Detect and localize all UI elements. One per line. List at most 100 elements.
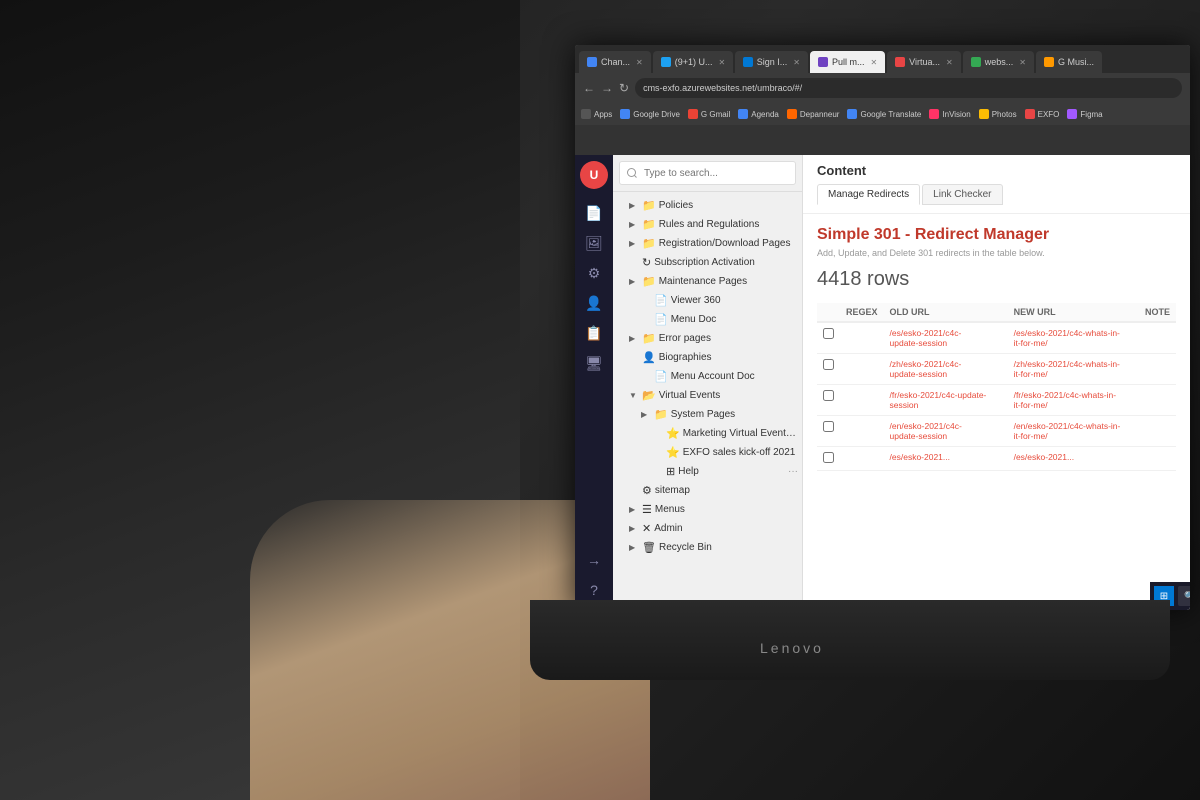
bookmark-drive[interactable]: Google Drive [620,109,680,119]
regex-cell [840,322,884,354]
bookmark-apps[interactable]: Apps [581,109,612,119]
bookmarks-bar: Apps Google Drive G Gmail Agenda Depanne… [575,103,1190,125]
tree-item-label: Registration/Download Pages [659,238,798,249]
sidebar-icon-media[interactable]: 🖼 [580,229,608,257]
invision-icon [929,109,939,119]
bookmark-photos[interactable]: Photos [979,109,1017,119]
tree-item-help[interactable]: ⊞ Help ··· [613,462,802,481]
bookmark-invision[interactable]: InVision [929,109,970,119]
browser-tabs: Chan... ✕ (9+1) U... ✕ Sign I... ✕ Pull … [575,45,1190,73]
bookmark-label: InVision [942,110,970,119]
sidebar-icon-forms[interactable]: 📋 [580,319,608,347]
tab-close[interactable]: ✕ [636,58,643,67]
laptop-brand: Lenovo [760,640,824,656]
chevron-icon: ▶ [629,524,639,533]
tree-nav: ▶ 📁 Policies ▶ 📁 Rules and Regulations ▶… [613,155,803,610]
tree-item-menudoc[interactable]: 📄 Menu Doc [613,310,802,329]
depanneur-icon [787,109,797,119]
old-url-cell: /es/esko-2021... [884,447,996,471]
tree-search-input[interactable] [619,161,796,185]
refresh-button[interactable]: ↻ [619,81,629,95]
col-checkbox [817,303,840,322]
tree-item-menus[interactable]: ▶ ☰ Menus [613,500,802,519]
tree-item-label: Menus [655,504,798,515]
tab-chans[interactable]: Chan... ✕ [579,51,651,73]
chevron-icon: ▶ [641,410,651,419]
taskbar-search[interactable]: 🔍 laper ici pour rechercher [1178,586,1190,606]
tab-link-checker[interactable]: Link Checker [922,184,1002,205]
address-input[interactable] [635,78,1182,98]
back-button[interactable]: ← [583,81,595,95]
more-options-icon[interactable]: ··· [788,466,798,477]
tab-label: Sign I... [757,57,788,67]
tab-close[interactable]: ✕ [870,58,877,67]
apps-icon [581,109,591,119]
row-checkbox[interactable] [823,390,834,401]
tree-item-label: Error pages [659,333,798,344]
tree-item-admin[interactable]: ▶ ✕ Admin [613,519,802,538]
bookmark-label: Apps [594,110,612,119]
tree-item-label: EXFO sales kick-off 2021 [683,447,798,458]
tab-close[interactable]: ✕ [793,58,800,67]
tree-item-subscription[interactable]: ↻ Subscription Activation [613,253,802,272]
screen-container: Chan... ✕ (9+1) U... ✕ Sign I... ✕ Pull … [575,45,1190,610]
list-icon: ☰ [642,503,652,516]
tab-close[interactable]: ✕ [1019,58,1026,67]
tree-item-policies[interactable]: ▶ 📁 Policies [613,196,802,215]
tab-webs[interactable]: webs... ✕ [963,51,1034,73]
exfo-icon [1025,109,1035,119]
tab-close[interactable]: ✕ [719,58,726,67]
tree-item-rules[interactable]: ▶ 📁 Rules and Regulations [613,215,802,234]
row-checkbox[interactable] [823,359,834,370]
sidebar-icon-packages[interactable]: 🖥 [580,349,608,377]
tab-music[interactable]: G Musi... [1036,51,1102,73]
sidebar-icon-settings[interactable]: ⚙ [580,259,608,287]
tree-item-systempages[interactable]: ▶ 📁 System Pages [613,405,802,424]
gmail-icon [688,109,698,119]
sidebar-icon-content[interactable]: 📄 [580,199,608,227]
tree-item-sitemap[interactable]: ⚙ sitemap [613,481,802,500]
bookmark-agenda[interactable]: Agenda [738,109,779,119]
content-area: Content Manage Redirects Link Checker Si… [803,155,1190,610]
row-checkbox[interactable] [823,452,834,463]
bookmark-depanneur[interactable]: Depanneur [787,109,840,119]
tab-pull[interactable]: Pull m... ✕ [810,51,885,73]
person-icon: 👤 [642,351,656,364]
tree-item-recycle[interactable]: ▶ 🗑 Recycle Bin [613,538,802,557]
tab-notifications[interactable]: (9+1) U... ✕ [653,51,733,73]
tab-sign[interactable]: Sign I... ✕ [735,51,808,73]
tab-virtual[interactable]: Virtua... ✕ [887,51,961,73]
table-row: /fr/esko-2021/c4c-update-session /fr/esk… [817,385,1176,416]
tree-item-menuaccount[interactable]: 📄 Menu Account Doc [613,367,802,386]
tree-item-error[interactable]: ▶ 📁 Error pages [613,329,802,348]
chevron-icon: ▶ [629,239,639,248]
tree-item-virtualevents[interactable]: ▼ 📂 Virtual Events [613,386,802,405]
search-icon: 🔍 [1184,591,1190,602]
sidebar-icon-members[interactable]: 👤 [580,289,608,317]
bookmark-gmail[interactable]: G Gmail [688,109,730,119]
forward-button[interactable]: → [601,81,613,95]
x-icon: ✕ [642,522,651,535]
bookmark-translate[interactable]: Google Translate [847,109,921,119]
tab-favicon [587,57,597,67]
drive-icon [620,109,630,119]
tree-item-biographies[interactable]: 👤 Biographies [613,348,802,367]
tree-item-label: Menu Doc [671,314,798,325]
tree-item-marketing[interactable]: ⭐ Marketing Virtual Event Demo [613,424,802,443]
col-old-url: OLD URL [884,303,996,322]
tree-item-label: Policies [659,200,798,211]
row-checkbox[interactable] [823,328,834,339]
tree-item-label: Rules and Regulations [659,219,798,230]
tree-item-viewer360[interactable]: 📄 Viewer 360 [613,291,802,310]
bookmark-figma[interactable]: Figma [1067,109,1102,119]
tree-item-label: sitemap [655,485,798,496]
tree-item-registration[interactable]: ▶ 📁 Registration/Download Pages [613,234,802,253]
tree-item-maintenance[interactable]: ▶ 📁 Maintenance Pages [613,272,802,291]
tab-manage-redirects[interactable]: Manage Redirects [817,184,920,205]
bookmark-exfo[interactable]: EXFO [1025,109,1060,119]
sidebar-icon-deploy[interactable]: → [580,546,608,574]
figma-icon [1067,109,1077,119]
row-checkbox[interactable] [823,421,834,432]
tree-item-exfosales[interactable]: ⭐ EXFO sales kick-off 2021 [613,443,802,462]
tab-close[interactable]: ✕ [946,58,953,67]
